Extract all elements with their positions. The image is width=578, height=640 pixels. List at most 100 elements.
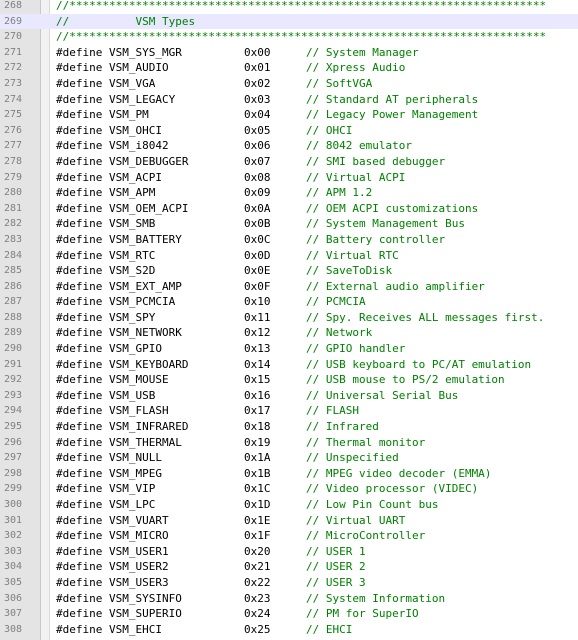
define-comment: // Unspecified [306,451,399,465]
code-line[interactable]: 271 #define VSM_SYS_MGR 0x00 // System Mana… [0,45,578,61]
code-line[interactable]: 305 #define VSM_USER3 0x22 // USER 3 [0,575,578,591]
code-line[interactable]: 270 //***********************************… [0,29,578,45]
define-name: #define VSM_EHCI [56,622,162,636]
define-name: #define VSM_USER2 [56,560,169,574]
code-line[interactable]: 307 #define VSM_SUPERIO 0x24 // PM for Supe… [0,606,578,622]
code-line[interactable]: 298 #define VSM_MPEG 0x1B // MPEG video dec… [0,466,578,482]
define-comment: // System Manager [306,45,419,59]
line-number: 293 [4,389,23,401]
define-name: #define VSM_i8042 [56,139,169,153]
code-line[interactable]: 289 #define VSM_NETWORK 0x12 // Network [0,325,578,341]
define-value: 0x0F [244,279,271,293]
code-line[interactable]: 280 #define VSM_APM 0x09 // APM 1.2 [0,185,578,201]
code-line[interactable]: 291 #define VSM_KEYBOARD 0x14 // USB keyboa… [0,357,578,373]
code-line[interactable]: 301 #define VSM_VUART 0x1E // Virtual UART [0,513,578,529]
code-line[interactable]: 286 #define VSM_EXT_AMP 0x0F // External au… [0,279,578,295]
define-value: 0x0E [244,264,271,278]
code-line[interactable]: 273 #define VSM_VGA 0x02 // SoftVGA [0,76,578,92]
line-number: 296 [4,436,23,448]
code-line[interactable]: 299 #define VSM_VIP 0x1C // Video processor… [0,481,578,497]
code-line[interactable]: 283 #define VSM_BATTERY 0x0C // Battery con… [0,232,578,248]
define-value: 0x24 [244,607,271,621]
line-number: 300 [4,499,23,510]
define-name: #define VSM_ACPI [56,170,162,184]
code-line[interactable]: 278 #define VSM_DEBUGGER 0x07 // SMI based … [0,154,578,170]
line-number: 276 [4,124,23,136]
code-line[interactable]: 268 //***********************************… [0,0,578,14]
line-number: 304 [4,561,23,573]
define-name: #define VSM_APM [56,186,156,200]
define-value: 0x05 [244,123,271,137]
code-line[interactable]: 294 #define VSM_FLASH 0x17 // FLASH [0,403,578,419]
line-number: 280 [4,187,23,199]
line-number: 295 [4,421,23,433]
code-line[interactable]: 300 #define VSM_LPC 0x1D // Low Pin Count b… [0,497,578,513]
code-line[interactable]: 282 #define VSM_SMB 0x0B // System Manageme… [0,216,578,232]
code-lines[interactable]: 268 //***********************************… [0,0,578,637]
line-number: 277 [4,140,23,152]
define-comment: // Xpress Audio [306,61,406,75]
define-name: #define VSM_OHCI [56,123,162,137]
code-line[interactable]: 287 #define VSM_PCMCIA 0x10 // PCMCIA [0,294,578,310]
code-line[interactable]: 308 #define VSM_EHCI 0x25 // EHCI [0,622,578,638]
code-line[interactable]: 269 // VSM Types [0,13,578,30]
code-line[interactable]: 302 #define VSM_MICRO 0x1F // MicroControll… [0,528,578,544]
line-number: 282 [4,218,23,230]
define-name: #define VSM_GPIO [56,342,162,356]
code-line[interactable]: 293 #define VSM_USB 0x16 // Universal Seria… [0,388,578,404]
code-line[interactable]: 281 #define VSM_OEM_ACPI 0x0A // OEM ACPI c… [0,201,578,217]
code-line[interactable]: 306 #define VSM_SYSINFO 0x23 // System Info… [0,591,578,607]
code-line[interactable]: 279 #define VSM_ACPI 0x08 // Virtual ACPI [0,170,578,186]
code-line[interactable]: 303 #define VSM_USER1 0x20 // USER 1 [0,544,578,560]
define-comment: // Thermal monitor [306,435,426,449]
define-comment: // MicroController [306,529,426,543]
define-comment: // Legacy Power Management [306,108,479,122]
define-value: 0x03 [244,92,271,106]
line-number: 273 [4,77,23,89]
code-line[interactable]: 288 #define VSM_SPY 0x11 // Spy. Receives A… [0,310,578,326]
define-comment: // USB keyboard to PC/AT emulation [306,357,532,371]
comment-text: // VSM Types [56,14,196,28]
line-number: 284 [4,249,23,261]
line-number: 288 [4,311,23,323]
code-line[interactable]: 284 #define VSM_RTC 0x0D // Virtual RTC [0,248,578,264]
code-line[interactable]: 295 #define VSM_INFRARED 0x18 // Infrared [0,419,578,435]
code-line[interactable]: 277 #define VSM_i8042 0x06 // 8042 emulator [0,138,578,154]
line-number: 270 [4,31,23,43]
line-number: 272 [4,62,23,74]
line-number: 279 [4,171,23,183]
code-line[interactable]: 272 #define VSM_AUDIO 0x01 // Xpress Audio [0,60,578,76]
code-line[interactable]: 274 #define VSM_LEGACY 0x03 // Standard AT … [0,92,578,108]
define-name: #define VSM_MOUSE [56,373,169,387]
code-line[interactable]: 290 #define VSM_GPIO 0x13 // GPIO handler [0,341,578,357]
define-comment: // Infrared [306,420,379,434]
comment-text: //**************************************… [56,30,547,44]
define-name: #define VSM_THERMAL [56,435,182,449]
define-value: 0x06 [244,139,271,153]
code-line[interactable]: 304 #define VSM_USER2 0x21 // USER 2 [0,559,578,575]
define-comment: // SMI based debugger [306,154,446,168]
code-line[interactable]: 297 #define VSM_NULL 0x1A // Unspecified [0,450,578,466]
define-name: #define VSM_USER3 [56,575,169,589]
code-line[interactable]: 285 #define VSM_S2D 0x0E // SaveToDisk [0,263,578,279]
define-value: 0x02 [244,76,271,90]
code-line[interactable]: 275 #define VSM_PM 0x04 // Legacy Power Man… [0,107,578,123]
code-line[interactable]: 276 #define VSM_OHCI 0x05 // OHCI [0,123,578,139]
define-name: #define VSM_NETWORK [56,326,182,340]
line-number: 290 [4,343,23,355]
define-name: #define VSM_VIP [56,482,156,496]
define-comment: // Spy. Receives ALL messages first. [306,310,545,324]
line-number: 292 [4,374,23,386]
line-number: 299 [4,483,23,495]
define-value: 0x13 [244,342,271,356]
code-line[interactable]: 296 #define VSM_THERMAL 0x19 // Thermal mon… [0,435,578,451]
code-text: //**************************************… [56,29,546,45]
line-number: 302 [4,530,23,542]
code-editor[interactable]: 268 //***********************************… [0,0,578,640]
define-name: #define VSM_EXT_AMP [56,279,182,293]
code-line[interactable]: 292 #define VSM_MOUSE 0x15 // USB mouse to … [0,372,578,388]
line-number: 275 [4,109,23,121]
define-name: #define VSM_VGA [56,76,156,90]
define-comment: // Low Pin Count bus [306,498,439,511]
line-number: 306 [4,592,23,604]
